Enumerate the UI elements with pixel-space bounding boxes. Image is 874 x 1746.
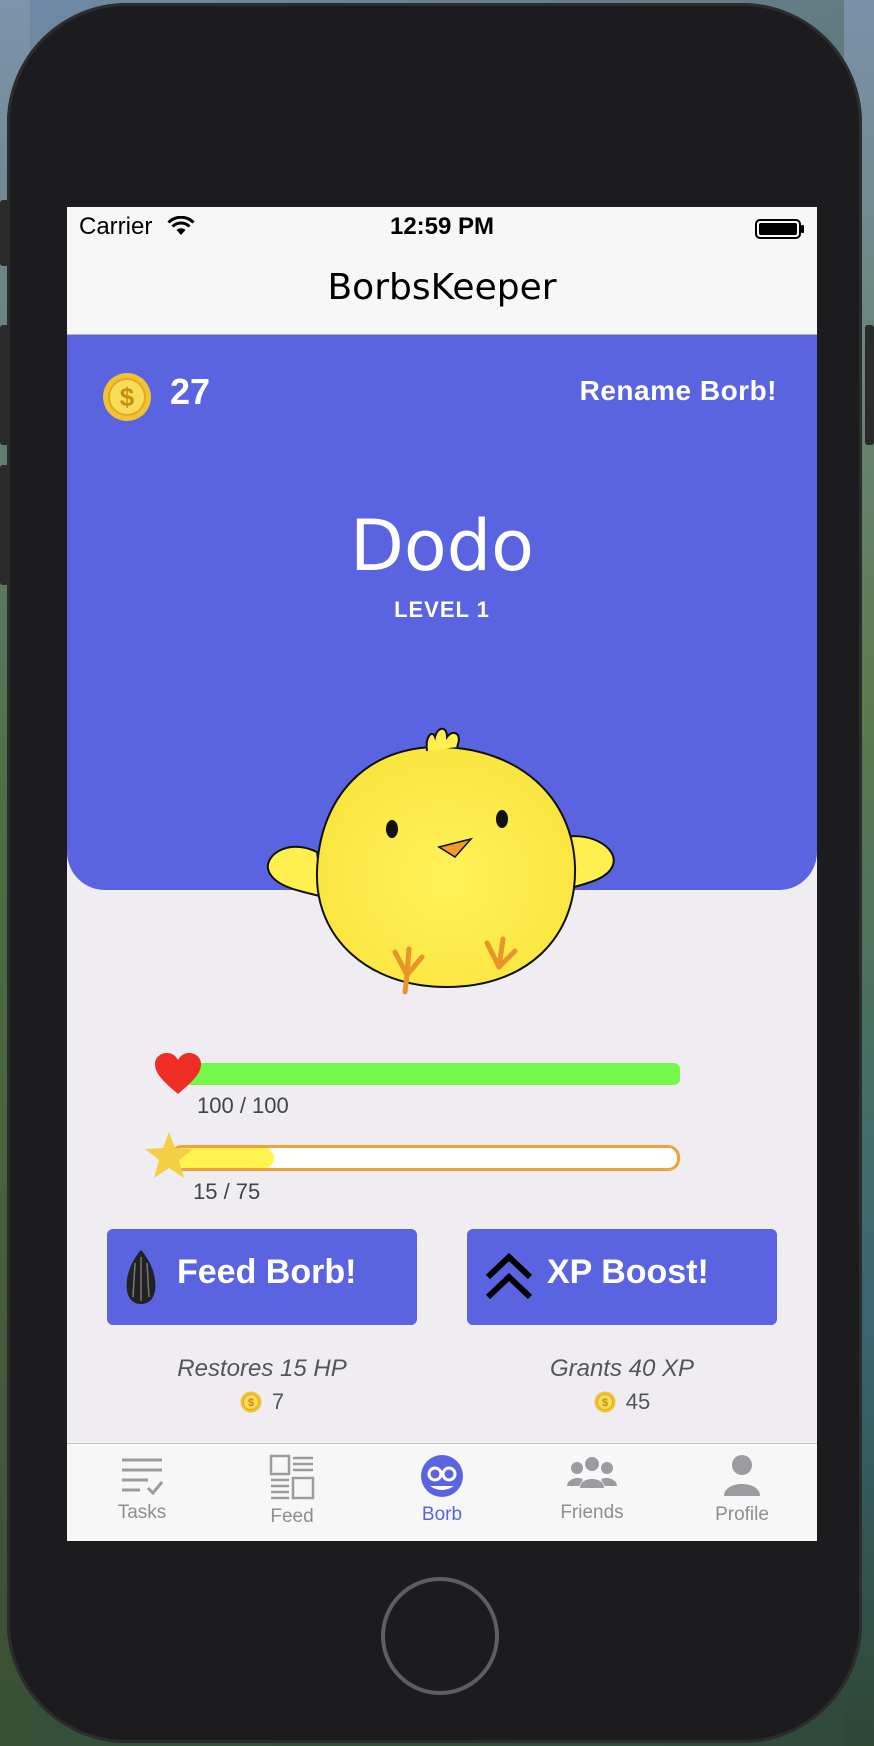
tab-friends-label: Friends (560, 1502, 624, 1523)
borb-chick-image (257, 707, 627, 1001)
health-bar (170, 1063, 680, 1085)
borb-name: Dodo (350, 505, 534, 587)
borb-icon (421, 1455, 463, 1497)
double-chevron-up-icon (485, 1251, 533, 1305)
rename-borb-button[interactable]: Rename Borb! (580, 375, 777, 407)
star-icon (144, 1131, 194, 1183)
sunflower-seed-icon (123, 1249, 159, 1309)
xp-bar (170, 1145, 680, 1171)
tab-profile-label: Profile (715, 1504, 769, 1525)
tasks-icon (122, 1458, 164, 1496)
tab-bar: Tasks Feed Borb Friends Profile (67, 1443, 817, 1541)
health-bar-fill (170, 1063, 680, 1085)
feed-borb-button[interactable]: Feed Borb! (107, 1229, 417, 1325)
xp-boost-button[interactable]: XP Boost! (467, 1229, 777, 1325)
clock: 12:59 PM (389, 213, 495, 240)
heart-icon (154, 1052, 202, 1100)
status-bar: Carrier 12:59 PM (67, 207, 817, 247)
tab-borb[interactable]: Borb (367, 1444, 517, 1541)
feed-description: Restores 15 HP (177, 1355, 347, 1382)
boost-cost: $ 45 (467, 1389, 777, 1415)
coin-icon-small: $ (594, 1391, 616, 1413)
phone-frame: Carrier 12:59 PM BorbsKeeper $ 27 Rename… (7, 3, 862, 1743)
svg-text:$: $ (120, 382, 135, 412)
battery-icon (755, 218, 805, 246)
navigation-bar: BorbsKeeper (67, 247, 817, 335)
tab-tasks[interactable]: Tasks (67, 1444, 217, 1541)
app-screen: Carrier 12:59 PM BorbsKeeper $ 27 Rename… (67, 207, 817, 1541)
feed-icon (269, 1454, 315, 1500)
feed-cost: $ 7 (107, 1389, 417, 1415)
coin-icon: $ (102, 372, 152, 426)
svg-text:$: $ (248, 1397, 254, 1409)
xp-value: 15 / 75 (193, 1179, 261, 1204)
boost-cost-value: 45 (625, 1389, 651, 1414)
tab-borb-label: Borb (421, 1504, 463, 1525)
home-button[interactable] (381, 1577, 499, 1695)
tab-profile[interactable]: Profile (667, 1444, 817, 1541)
borb-level: LEVEL 1 (394, 597, 490, 622)
coin-icon-small: $ (240, 1391, 262, 1413)
xp-boost-label: XP Boost! (547, 1253, 709, 1291)
boost-description: Grants 40 XP (549, 1355, 695, 1382)
power-button (865, 325, 874, 445)
svg-text:$: $ (602, 1397, 608, 1409)
tab-friends[interactable]: Friends (517, 1444, 667, 1541)
app-title: BorbsKeeper (327, 267, 557, 308)
feed-borb-label: Feed Borb! (177, 1253, 357, 1291)
coin-balance: 27 (170, 371, 211, 412)
tab-tasks-label: Tasks (117, 1502, 167, 1523)
tab-feed[interactable]: Feed (217, 1444, 367, 1541)
feed-cost-value: 7 (271, 1389, 285, 1414)
profile-icon (724, 1455, 760, 1496)
tab-feed-label: Feed (270, 1506, 314, 1527)
friends-icon (567, 1457, 617, 1488)
health-value: 100 / 100 (197, 1093, 289, 1118)
